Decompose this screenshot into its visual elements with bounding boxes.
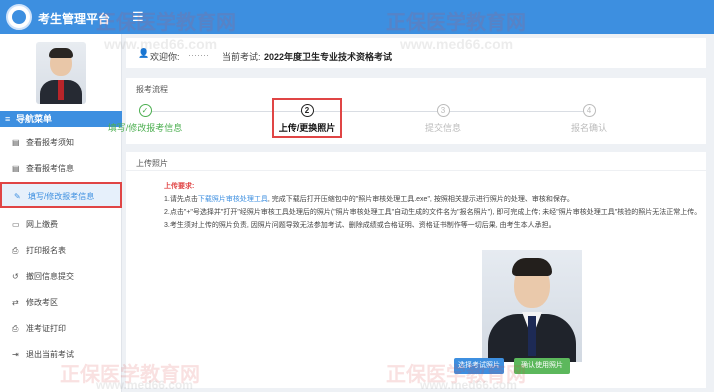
swap-icon: ⇄ [12,298,19,307]
top-bar: 考生管理平台 ☰ [0,0,714,34]
tip-3: 3.考生须对上传的照片负责, 因照片问题导致无法参加考试、删除成绩或合格证明、资… [164,222,556,229]
tip-2: 2.点击"+"号选择并"打开"经照片审核工具处理后的照片("照片审核处理工具"自… [164,209,702,216]
step-number: 3 [436,104,450,117]
avatar [36,42,86,104]
tip-text: 1.请先点击 [164,196,198,203]
process-panel: 报考流程 ✓ 填写/修改报考信息 2 上传/更换照片 3 提交信息 4 报名确认 [108,78,706,144]
logo-icon [6,4,32,30]
step-label: 报名确认 [570,123,607,133]
sidebar-item-payment[interactable]: ▭ 网上缴费 [0,212,122,238]
sidebar-item-exit-exam[interactable]: ⇥ 退出当前考试 [0,342,122,368]
sidebar-item-view-info[interactable]: ▤ 查看报考信息 [0,156,122,182]
sidebar-item-change-area[interactable]: ⇄ 修改考区 [0,290,122,316]
sidebar-item-edit-info[interactable]: ✎ 填写/修改报考信息 [0,182,122,208]
upload-panel: 上传照片 上传要求: 1.请先点击下载照片审核处理工具, 完成下载后打开压缩包中… [126,152,706,388]
hamburger-icon[interactable]: ☰ [132,9,144,25]
user-name: ······· [188,50,209,60]
tips-title: 上传要求: [164,183,195,190]
upload-requirements: 上传要求: 1.请先点击下载照片审核处理工具, 完成下载后打开压缩包中的"照片审… [164,180,704,232]
document-icon: ▤ [12,138,20,147]
highlight-box [272,98,342,138]
current-exam: 2022年度卫生专业技术资格考试 [264,52,393,62]
nav-header-label: 导航菜单 [16,114,53,124]
app-title: 考生管理平台 [38,12,111,26]
tip-text: , 完成下载后打开压缩包中的"照片审核处理工具.exe", 按照相关提示进行照片… [267,196,574,203]
print-icon: ⎙ [12,324,19,333]
step-1: ✓ 填写/修改报考信息 [100,104,190,134]
edit-icon: ✎ [14,192,21,201]
download-tool-link[interactable]: 下载照片审核处理工具 [198,196,268,203]
step-label: 提交信息 [424,123,461,133]
sidebar-item-admission-ticket[interactable]: ⎙ 准考证打印 [0,316,122,342]
payment-icon: ▭ [12,220,20,229]
process-title: 报考流程 [136,85,168,94]
divider [126,170,706,171]
step-label: 填写/修改报考信息 [107,123,183,133]
check-icon: ✓ [138,104,152,117]
menu-icon: ≡ [5,114,11,124]
tip-1: 1.请先点击下载照片审核处理工具, 完成下载后打开压缩包中的"照片审核处理工具.… [164,193,704,206]
user-icon: 👤 [138,48,150,58]
welcome-bar: 👤 欢迎你: ······· 当前考试: 2022年度卫生专业技术资格考试 [126,38,706,68]
step-number: 4 [582,104,596,117]
sidebar: ≡ 导航菜单 ▤ 查看报考须知 ▤ 查看报考信息 ✎ 填写/修改报考信息 ▭ 网上缴费 … [0,34,122,392]
undo-icon: ↺ [12,272,19,281]
welcome-label: 欢迎你: [150,52,180,62]
uploaded-photo [482,250,582,362]
confirm-photo-button[interactable]: 确认使用照片 [514,358,570,374]
sidebar-item-withdraw[interactable]: ↺ 撤回信息提交 [0,264,122,290]
exit-icon: ⇥ [12,350,19,359]
upload-title: 上传照片 [136,159,168,168]
step-connector [150,111,590,112]
document-icon: ▤ [12,164,20,173]
print-icon: ⎙ [12,246,19,255]
step-3: 3 提交信息 [398,104,488,134]
step-4: 4 报名确认 [544,104,634,134]
sidebar-item-print-form[interactable]: ⎙ 打印报名表 [0,238,122,264]
select-photo-button[interactable]: 选择考试照片 [454,358,504,374]
current-exam-label: 当前考试: [222,52,261,62]
